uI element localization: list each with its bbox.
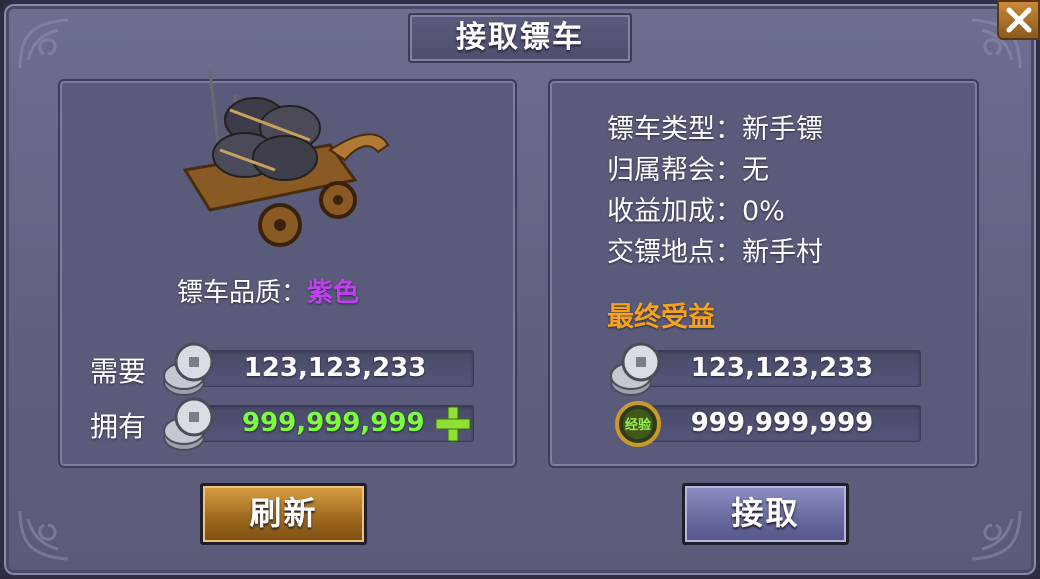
final-reward-label: 最终受益 [607,302,715,333]
dialog-title: 接取镖车 [408,13,632,63]
cart-quality-label: 镖车品质： [177,278,308,308]
corner-ornament-icon [14,14,84,74]
info-guild: 归属帮会：无 [607,155,769,186]
silver-coin-icon [163,342,214,396]
refresh-button[interactable]: 刷新 [200,483,367,545]
close-icon [1006,7,1031,33]
info-bonus: 收益加成：0% [607,196,785,227]
exp-icon: 经验 [614,400,662,448]
need-value: 123,123,233 [196,350,474,387]
reward-money-value: 123,123,233 [643,350,921,387]
corner-ornament-icon [956,505,1026,565]
silver-coin-icon [163,397,214,451]
corner-ornament-icon [14,505,84,565]
have-label: 拥有 [90,410,147,443]
silver-coin-icon [610,342,661,396]
exp-icon-label: 经验 [624,418,651,433]
accept-button[interactable]: 接取 [682,483,849,545]
plus-icon[interactable] [433,404,473,444]
escort-cart-image [182,70,390,247]
close-button[interactable] [997,0,1040,40]
info-delivery-place: 交镖地点：新手村 [607,237,823,268]
info-cart-type: 镖车类型：新手镖 [607,114,823,145]
need-label: 需要 [90,355,147,388]
cart-quality-value: 紫色 [307,278,360,308]
reward-exp-value: 999,999,999 [643,405,921,442]
cart-quality: 镖车品质：紫色 [177,272,359,309]
